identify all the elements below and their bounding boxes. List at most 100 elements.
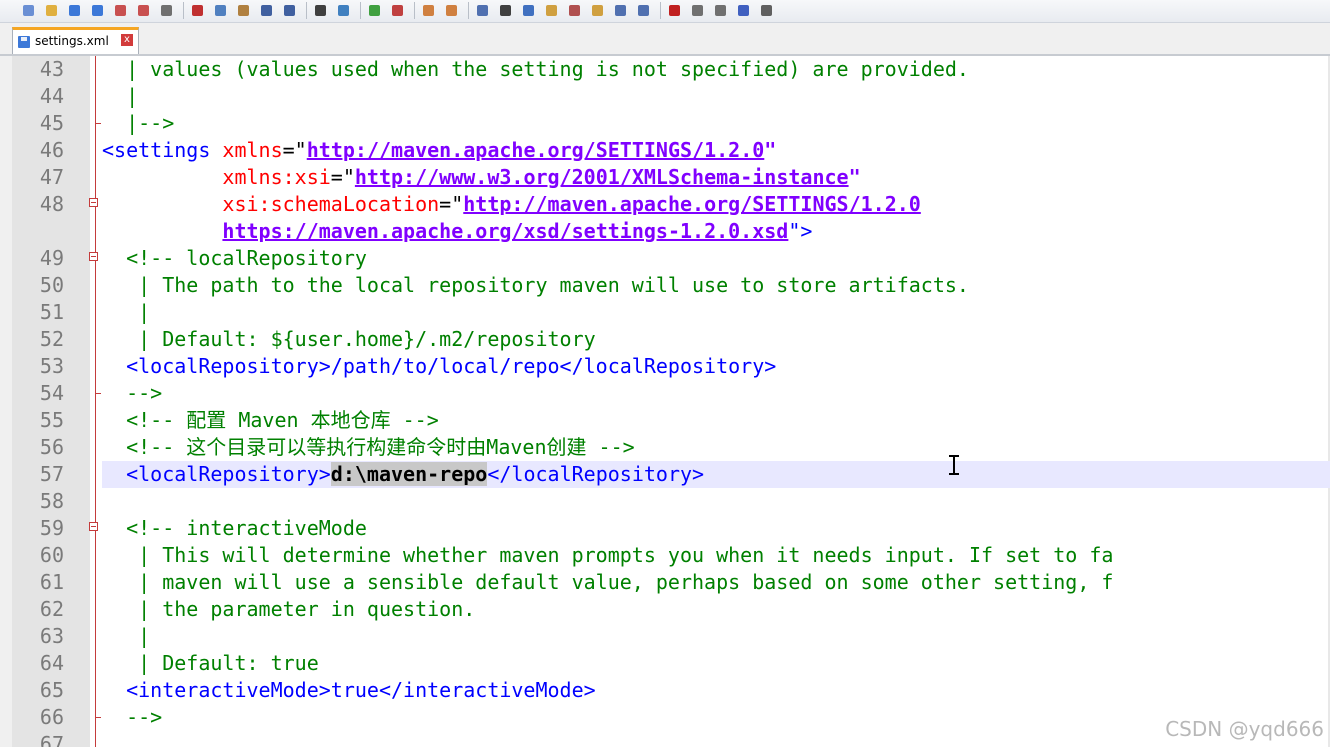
code-line[interactable]: 54 --> (0, 380, 1330, 407)
play-macro-icon[interactable] (712, 2, 728, 18)
code-line[interactable]: 59 <!-- interactiveMode (0, 515, 1330, 542)
new-file-icon[interactable] (20, 2, 36, 18)
line-number: 58 (39, 489, 64, 513)
line-number: 54 (39, 381, 64, 405)
record-macro-icon[interactable] (666, 2, 682, 18)
monitor-icon[interactable] (612, 2, 628, 18)
code-line[interactable]: 67 (0, 731, 1330, 747)
code-text: | (102, 623, 1330, 650)
xml-url-link[interactable]: https://maven.apache.org/xsd/settings-1.… (222, 219, 788, 243)
code-segment: | Default: ${user.home}/.m2/repository (102, 327, 596, 351)
code-line[interactable]: 63 | (0, 623, 1330, 650)
code-line[interactable]: 66 --> (0, 704, 1330, 731)
eye-icon[interactable] (635, 2, 651, 18)
fold-toggle-icon (89, 198, 98, 207)
code-segment: --> (102, 381, 163, 405)
run-macro-icon[interactable] (735, 2, 751, 18)
copy-icon[interactable] (212, 2, 228, 18)
xml-url-link[interactable]: http://maven.apache.org/SETTINGS/1.2.0 (307, 138, 765, 162)
zoom-out-icon[interactable] (389, 2, 405, 18)
code-text: | Default: true (102, 650, 1330, 677)
code-segment: | (102, 84, 139, 108)
xml-url-link[interactable]: http://www.w3.org/2001/XMLSchema-instanc… (355, 165, 849, 189)
code-segment: <!-- 配置 Maven 本地仓库 --> (102, 408, 439, 432)
code-text: | This will determine whether maven prom… (102, 542, 1330, 569)
code-line[interactable]: https://maven.apache.org/xsd/settings-1.… (0, 218, 1330, 245)
tab-settings-xml[interactable]: settings.xml x (12, 27, 139, 54)
sync-h-icon[interactable] (443, 2, 459, 18)
code-text: --> (102, 380, 1330, 407)
line-number: 52 (39, 327, 64, 351)
code-text: <!-- 配置 Maven 本地仓库 --> (102, 407, 1330, 434)
code-line[interactable]: 57 <localRepository>d:\maven-repo</local… (0, 461, 1330, 488)
tab-label: settings.xml (35, 34, 109, 48)
line-number: 66 (39, 705, 64, 729)
save-icon[interactable] (66, 2, 82, 18)
save-all-icon[interactable] (89, 2, 105, 18)
line-number: 47 (39, 165, 64, 189)
code-line[interactable]: 45 |--> (0, 110, 1330, 137)
close-icon[interactable] (112, 2, 128, 18)
code-line[interactable]: 52 | Default: ${user.home}/.m2/repositor… (0, 326, 1330, 353)
code-line[interactable]: 51 | (0, 299, 1330, 326)
fold-end-marker (95, 717, 101, 718)
xml-equals: =" (282, 138, 307, 162)
xml-equals: =" (330, 165, 355, 189)
code-text: | maven will use a sensible default valu… (102, 569, 1330, 596)
xml-attribute: xsi:schemaLocation (222, 192, 440, 216)
line-number: 44 (39, 84, 64, 108)
zoom-in-icon[interactable] (366, 2, 382, 18)
code-line[interactable]: 49 <!-- localRepository (0, 245, 1330, 272)
line-number: 55 (39, 408, 64, 432)
undo-icon[interactable] (258, 2, 274, 18)
code-text: | values (values used when the setting i… (102, 56, 1330, 83)
line-number: 49 (39, 246, 64, 270)
code-segment: <!-- interactiveMode (102, 516, 367, 540)
code-line[interactable]: 50 | The path to the local repository ma… (0, 272, 1330, 299)
indent-guide-icon[interactable] (520, 2, 536, 18)
code-line[interactable]: 60 | This will determine whether maven p… (0, 542, 1330, 569)
tab-close-icon[interactable]: x (121, 34, 133, 46)
code-line[interactable]: 56 <!-- 这个目录可以等执行构建命令时由Maven创建 --> (0, 434, 1330, 461)
code-line[interactable]: 62 | the parameter in question. (0, 596, 1330, 623)
code-line[interactable]: 65 <interactiveMode>true</interactiveMod… (0, 677, 1330, 704)
code-line[interactable]: 46 <settings xmlns="http://maven.apache.o… (0, 137, 1330, 164)
save-macro-icon[interactable] (758, 2, 774, 18)
toolbar (0, 0, 1330, 23)
code-line[interactable]: 61 | maven will use a sensible default v… (0, 569, 1330, 596)
replace-icon[interactable] (335, 2, 351, 18)
xml-url-link[interactable]: http://maven.apache.org/SETTINGS/1.2.0 (463, 192, 921, 216)
cut-icon[interactable] (189, 2, 205, 18)
code-segment: <!-- localRepository (102, 246, 367, 270)
folder-workspace-icon[interactable] (589, 2, 605, 18)
code-text: <localRepository>d:\maven-repo</localRep… (102, 461, 1330, 488)
show-all-chars-icon[interactable] (497, 2, 513, 18)
code-editor[interactable]: 43 | values (values used when the settin… (0, 56, 1330, 747)
code-line[interactable]: 48 xsi:schemaLocation="http://maven.apac… (0, 191, 1330, 218)
code-segment: | This will determine whether maven prom… (102, 543, 1114, 567)
code-line[interactable]: 53 <localRepository>/path/to/local/repo<… (0, 353, 1330, 380)
redo-icon[interactable] (281, 2, 297, 18)
sync-v-icon[interactable] (420, 2, 436, 18)
code-text: <localRepository>/path/to/local/repo</lo… (102, 353, 1330, 380)
code-line[interactable]: 64 | Default: true (0, 650, 1330, 677)
code-segment: | Default: true (102, 651, 319, 675)
function-list-icon[interactable] (566, 2, 582, 18)
xml-close-tag: </localRepository> (487, 462, 705, 486)
paste-icon[interactable] (235, 2, 251, 18)
line-number: 63 (39, 624, 64, 648)
code-line[interactable]: 43 | values (values used when the settin… (0, 56, 1330, 83)
code-line[interactable]: 58 (0, 488, 1330, 515)
close-all-icon[interactable] (135, 2, 151, 18)
stop-macro-icon[interactable] (689, 2, 705, 18)
code-line[interactable]: 55 <!-- 配置 Maven 本地仓库 --> (0, 407, 1330, 434)
code-line[interactable]: 44 | (0, 83, 1330, 110)
open-file-icon[interactable] (43, 2, 59, 18)
line-number: 43 (39, 57, 64, 81)
print-icon[interactable] (158, 2, 174, 18)
code-line[interactable]: 47 xmlns:xsi="http://www.w3.org/2001/XML… (0, 164, 1330, 191)
fold-end-marker (95, 393, 101, 394)
find-icon[interactable] (312, 2, 328, 18)
wrap-icon[interactable] (474, 2, 490, 18)
doc-map-icon[interactable] (543, 2, 559, 18)
